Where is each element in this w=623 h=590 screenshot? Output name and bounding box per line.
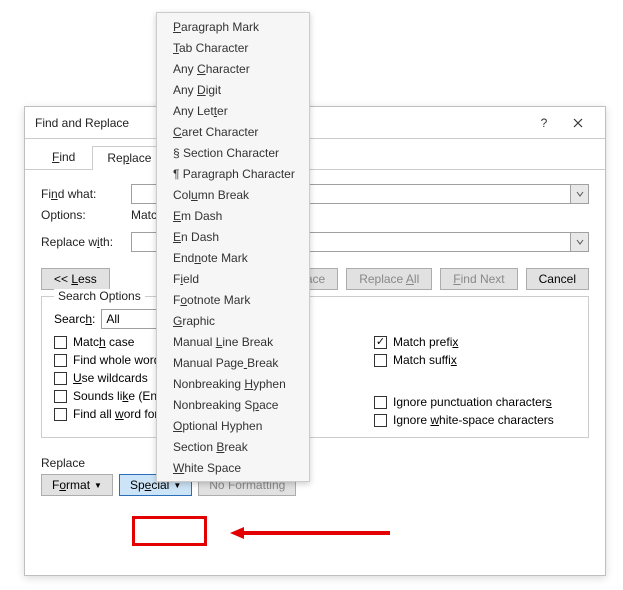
special-menu-item[interactable]: Manual Line Break: [157, 331, 309, 352]
special-menu-item[interactable]: Any Character: [157, 58, 309, 79]
cancel-button[interactable]: Cancel: [526, 268, 589, 290]
replace-section-label: Replace: [41, 456, 589, 470]
find-next-button[interactable]: Find Next: [440, 268, 517, 290]
special-menu-item[interactable]: Field: [157, 268, 309, 289]
less-button[interactable]: << Less: [41, 268, 110, 290]
replace-all-button[interactable]: Replace All: [346, 268, 432, 290]
find-what-dropdown-button[interactable]: [570, 185, 588, 203]
special-menu-item[interactable]: Optional Hyphen: [157, 415, 309, 436]
special-menu-item[interactable]: Nonbreaking Space: [157, 394, 309, 415]
special-menu-item[interactable]: Paragraph Mark: [157, 16, 309, 37]
special-menu-item[interactable]: Caret Character: [157, 121, 309, 142]
special-menu-item[interactable]: Column Break: [157, 184, 309, 205]
special-menu-item[interactable]: Graphic: [157, 310, 309, 331]
chevron-down-icon: [576, 238, 584, 246]
special-menu-item[interactable]: En Dash: [157, 226, 309, 247]
special-menu-item[interactable]: Endnote Mark: [157, 247, 309, 268]
search-direction-label: Search:: [54, 312, 95, 326]
chevron-down-icon: [576, 190, 584, 198]
special-menu-item[interactable]: § Section Character: [157, 142, 309, 163]
search-options-legend: Search Options: [54, 289, 145, 303]
ignore-punctuation-checkbox[interactable]: Ignore punctuation characters: [374, 395, 576, 409]
close-icon: [573, 118, 583, 128]
special-menu-item[interactable]: Footnote Mark: [157, 289, 309, 310]
close-button[interactable]: [561, 111, 595, 135]
help-button[interactable]: ?: [527, 111, 561, 135]
replace-with-label: Replace with:: [41, 235, 131, 249]
tabs: Find Replace Go To: [25, 139, 605, 170]
find-what-label: Find what:: [41, 187, 131, 201]
find-replace-dialog: Find and Replace ? Find Replace Go To Fi…: [24, 106, 606, 576]
ignore-whitespace-checkbox[interactable]: Ignore white-space characters: [374, 413, 576, 427]
caret-down-icon: ▼: [94, 481, 102, 490]
replace-with-dropdown-button[interactable]: [570, 233, 588, 251]
match-suffix-checkbox[interactable]: Match suffix: [374, 353, 576, 367]
tab-find[interactable]: Find: [37, 145, 90, 169]
special-menu-item[interactable]: White Space: [157, 457, 309, 478]
options-label: Options:: [41, 208, 131, 222]
special-menu-item[interactable]: Section Break: [157, 436, 309, 457]
titlebar: Find and Replace ?: [25, 107, 605, 139]
special-menu-item[interactable]: Any Digit: [157, 79, 309, 100]
special-menu-item[interactable]: ¶ Paragraph Character: [157, 163, 309, 184]
special-menu-item[interactable]: Nonbreaking Hyphen: [157, 373, 309, 394]
special-menu-item[interactable]: Tab Character: [157, 37, 309, 58]
special-menu-item[interactable]: Em Dash: [157, 205, 309, 226]
special-menu-item[interactable]: Any Letter: [157, 100, 309, 121]
special-menu: Paragraph MarkTab CharacterAny Character…: [156, 12, 310, 482]
match-prefix-checkbox[interactable]: Match prefix: [374, 335, 576, 349]
special-menu-item[interactable]: Manual Page Break: [157, 352, 309, 373]
format-button[interactable]: Format▼: [41, 474, 113, 496]
search-options-group: Search Options Search: All Match case Fi…: [41, 296, 589, 438]
